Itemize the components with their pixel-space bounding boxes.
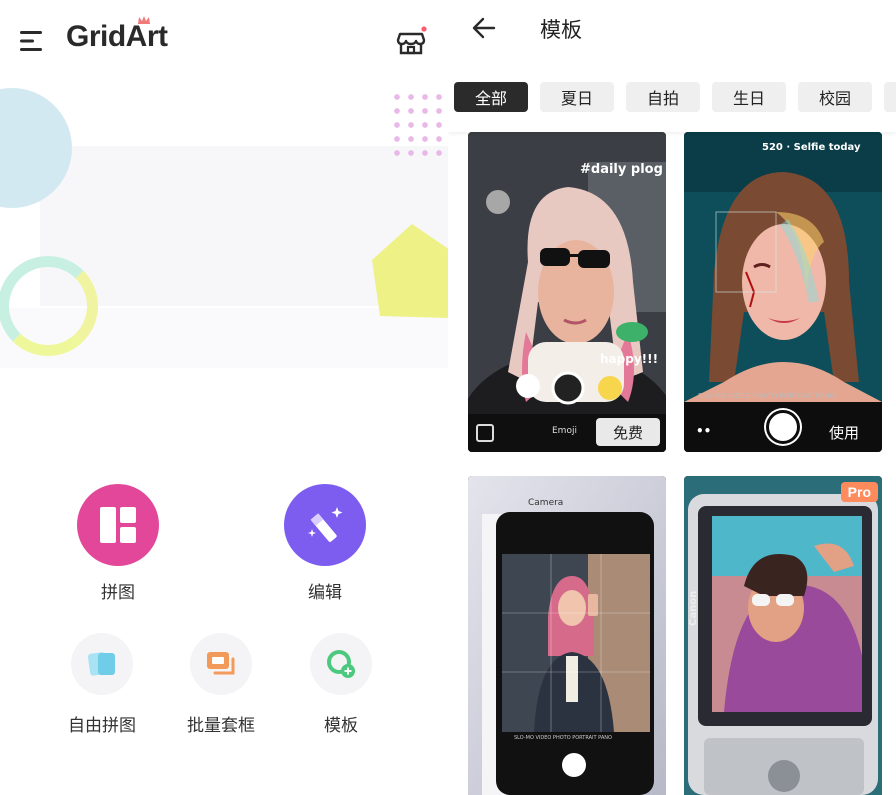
- template-preview-image: [684, 476, 882, 795]
- template-card[interactable]: Canon Pro: [684, 476, 882, 795]
- batch-frame-button[interactable]: 批量套框: [161, 633, 281, 736]
- camera-modes-text: SLO-MO VIDEO PHOTO PORTRAIT PANO: [698, 392, 836, 400]
- decor-ring: [0, 256, 98, 356]
- batch-frame-label: 批量套框: [187, 716, 255, 736]
- pro-badge: Pro: [840, 482, 878, 502]
- batch-frame-icon: [190, 633, 252, 695]
- free-button[interactable]: 免费: [596, 418, 660, 446]
- template-button[interactable]: 模板: [281, 633, 401, 736]
- template-label: 模板: [324, 716, 358, 736]
- overlay-hashtag: #daily plog: [580, 162, 663, 177]
- template-card[interactable]: 520 · Selfie today SLO-MO VIDEO PHOTO PO…: [684, 132, 882, 452]
- tab-campus[interactable]: 校园: [798, 82, 872, 112]
- overlay-caption: happy!!!: [600, 352, 659, 366]
- template-card[interactable]: Camera SLO-MO VIDEO PHOTO PORTRAIT PANO: [468, 476, 666, 795]
- camera-bar: •• 使用: [684, 410, 882, 452]
- overlay-caption: 520 · Selfie today: [762, 142, 861, 153]
- edit-button[interactable]: 编辑: [265, 484, 385, 603]
- template-card[interactable]: #daily plog happy!!! Emoji 免费: [468, 132, 666, 452]
- free-collage-button[interactable]: 自由拼图: [42, 633, 162, 736]
- arrow-left-icon[interactable]: [470, 14, 498, 42]
- square-icon: [476, 424, 494, 442]
- free-collage-icon: [71, 633, 133, 695]
- use-button[interactable]: 使用: [812, 418, 876, 446]
- home-screen: GridArt 拼图 编辑 自由拼图 批量套框 模板: [0, 0, 448, 795]
- crown-icon: [138, 16, 150, 24]
- templates-screen: 模板 全部 夏日 自拍 生日 校园 #daily plog happy!!! E…: [448, 0, 896, 795]
- shutter-icon: [766, 410, 800, 444]
- tab-birthday[interactable]: 生日: [712, 82, 786, 112]
- decor-dots: [390, 90, 448, 162]
- camera-bar: Emoji 免费: [468, 414, 666, 452]
- free-collage-label: 自由拼图: [68, 716, 136, 736]
- template-preview-image: [684, 132, 882, 452]
- template-preview-image: [468, 476, 666, 795]
- magic-wand-icon: [284, 484, 366, 566]
- category-tabs: 全部 夏日 自拍 生日 校园: [454, 82, 896, 114]
- tab-all[interactable]: 全部: [454, 82, 528, 112]
- templates-header: 模板 全部 夏日 自拍 生日 校园: [448, 0, 896, 132]
- eyes-icon: ••: [696, 424, 712, 438]
- app-logo: GridArt: [66, 20, 168, 53]
- collage-label: 拼图: [101, 583, 135, 603]
- page-title: 模板: [540, 18, 582, 42]
- collage-button[interactable]: 拼图: [58, 484, 178, 603]
- emoji-filter-label: Emoji: [552, 426, 577, 436]
- edit-label: 编辑: [308, 583, 342, 603]
- collage-layout-icon: [77, 484, 159, 566]
- hamburger-menu-icon[interactable]: [18, 28, 46, 54]
- template-add-icon: [310, 633, 372, 695]
- template-preview-image: [468, 132, 666, 452]
- store-icon[interactable]: [394, 24, 428, 58]
- tab-more[interactable]: [884, 82, 896, 112]
- decor-pentagon: [372, 224, 448, 318]
- camera-modes-text: SLO-MO VIDEO PHOTO PORTRAIT PANO: [514, 735, 612, 741]
- tab-summer[interactable]: 夏日: [540, 82, 614, 112]
- camera-app-label: Camera: [528, 498, 564, 508]
- camera-brand-label: Canon: [688, 590, 699, 626]
- tab-selfie[interactable]: 自拍: [626, 82, 700, 112]
